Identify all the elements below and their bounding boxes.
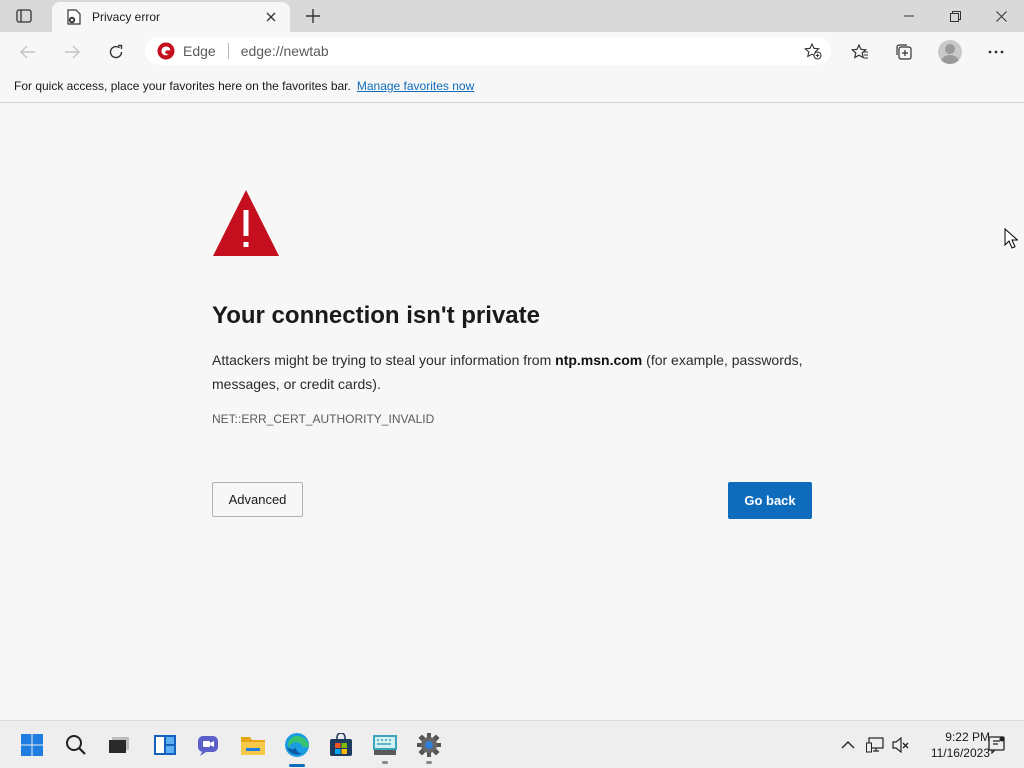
clock-date: 11/16/2023 bbox=[930, 746, 990, 760]
minimize-icon[interactable] bbox=[886, 0, 932, 32]
go-back-button[interactable]: Go back bbox=[728, 482, 812, 519]
collections-icon[interactable] bbox=[890, 38, 918, 66]
clock-time: 9:22 PM bbox=[945, 730, 990, 744]
file-explorer-icon[interactable] bbox=[239, 731, 267, 759]
running-app-indicator bbox=[426, 761, 432, 764]
refresh-icon[interactable] bbox=[102, 38, 130, 66]
terminal-icon[interactable] bbox=[105, 731, 133, 759]
favorites-icon[interactable] bbox=[846, 38, 874, 66]
title-bar: Privacy error bbox=[0, 0, 1024, 32]
warning-triangle-icon bbox=[213, 190, 279, 256]
system-clock[interactable]: 9:22 PM 11/16/2023 bbox=[918, 729, 990, 761]
favorites-bar: For quick access, place your favorites h… bbox=[0, 70, 1024, 103]
back-icon[interactable] bbox=[14, 38, 42, 66]
store-icon[interactable] bbox=[327, 731, 355, 759]
new-tab-icon[interactable] bbox=[302, 6, 324, 26]
error-description: Attackers might be trying to steal your … bbox=[212, 348, 822, 396]
address-bar[interactable]: Edge edge://newtab bbox=[145, 37, 831, 65]
notifications-icon[interactable] bbox=[987, 735, 1007, 755]
url-text[interactable]: edge://newtab bbox=[241, 43, 329, 59]
running-app-indicator bbox=[382, 761, 388, 764]
network-icon[interactable] bbox=[865, 735, 885, 755]
widgets-icon[interactable] bbox=[151, 731, 179, 759]
warning-site-icon bbox=[157, 42, 175, 60]
mouse-cursor-icon bbox=[1004, 228, 1018, 249]
favorites-bar-hint: For quick access, place your favorites h… bbox=[14, 79, 351, 93]
search-icon[interactable] bbox=[62, 731, 90, 759]
close-window-icon[interactable] bbox=[978, 0, 1024, 32]
forward-icon[interactable] bbox=[58, 38, 86, 66]
page-error-icon bbox=[66, 9, 82, 25]
active-app-indicator bbox=[289, 764, 305, 767]
site-label: Edge bbox=[183, 43, 216, 59]
tab-actions-icon[interactable] bbox=[10, 6, 38, 26]
error-page: Your connection isn't private Attackers … bbox=[0, 103, 1024, 720]
teams-chat-icon[interactable] bbox=[195, 731, 223, 759]
edge-icon[interactable] bbox=[283, 731, 311, 759]
error-description-start: Attackers might be trying to steal your … bbox=[212, 352, 556, 368]
add-favorite-icon[interactable] bbox=[803, 42, 823, 60]
error-host: ntp.msn.com bbox=[555, 352, 643, 368]
error-code: NET::ERR_CERT_AUTHORITY_INVALID bbox=[212, 412, 435, 426]
browser-toolbar: Edge edge://newtab bbox=[0, 32, 1024, 70]
tab-close-icon[interactable] bbox=[264, 10, 278, 24]
restore-icon[interactable] bbox=[932, 0, 978, 32]
manage-favorites-link[interactable]: Manage favorites now bbox=[357, 79, 474, 93]
start-icon[interactable] bbox=[18, 731, 46, 759]
profile-avatar[interactable] bbox=[938, 40, 962, 64]
error-title: Your connection isn't private bbox=[212, 302, 540, 329]
chevron-up-icon[interactable] bbox=[838, 735, 858, 755]
more-options-icon[interactable] bbox=[982, 38, 1010, 66]
tab-privacy-error[interactable]: Privacy error bbox=[52, 2, 290, 32]
tab-title: Privacy error bbox=[92, 10, 161, 24]
volume-muted-icon[interactable] bbox=[891, 735, 911, 755]
address-divider bbox=[227, 43, 229, 59]
settings-icon[interactable] bbox=[415, 731, 443, 759]
advanced-button[interactable]: Advanced bbox=[212, 482, 303, 517]
taskbar: 9:22 PM 11/16/2023 bbox=[0, 720, 1024, 768]
keyboard-icon[interactable] bbox=[371, 731, 399, 759]
